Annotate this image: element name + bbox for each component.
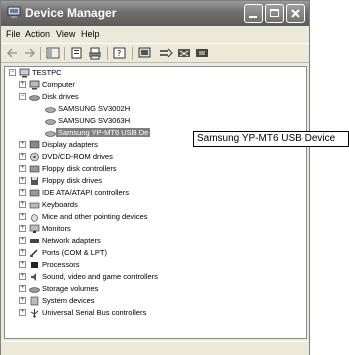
toolbar-separator — [107, 47, 108, 60]
cd-drive-icon — [30, 152, 39, 162]
expand-icon[interactable]: + — [19, 213, 26, 220]
window-title: Device Manager — [25, 6, 117, 20]
expand-icon[interactable]: + — [19, 225, 26, 232]
tree-item-label: Storage volumes — [42, 284, 99, 293]
help-icon[interactable]: ? — [112, 46, 128, 60]
device-manager-icon — [7, 6, 21, 20]
menu-action[interactable]: Action — [25, 29, 50, 39]
minimize-button[interactable] — [244, 4, 263, 23]
tree-item-label: Floppy disk controllers — [42, 164, 117, 173]
forward-arrow-icon[interactable] — [21, 46, 37, 60]
maximize-icon — [270, 9, 279, 17]
toolbar-separator — [64, 47, 65, 60]
tree-item-label: IDE ATA/ATAPI controllers — [42, 188, 129, 197]
collapse-icon[interactable]: − — [9, 69, 16, 76]
tree-item-label: Universal Serial Bus controllers — [42, 308, 147, 317]
tree-root-label: TESTPC — [32, 68, 62, 77]
expand-icon[interactable]: + — [19, 297, 26, 304]
toolbar-separator — [132, 47, 133, 60]
tree-item-label: Computer — [42, 80, 75, 89]
minimize-icon — [249, 16, 257, 18]
controller-icon — [29, 165, 40, 173]
expand-icon[interactable]: + — [19, 177, 26, 184]
maximize-button[interactable] — [265, 4, 284, 23]
scan-hardware-icon[interactable] — [137, 46, 153, 60]
uninstall-device-icon[interactable] — [194, 46, 210, 60]
menu-file[interactable]: File — [6, 29, 21, 39]
disk-drive-icon — [29, 95, 40, 101]
tree-item-label: Ports (COM & LPT) — [42, 248, 108, 257]
tree-item-label: Floppy disk drives — [42, 176, 103, 185]
expand-icon[interactable]: + — [19, 81, 26, 88]
expand-icon[interactable]: + — [19, 285, 26, 292]
usb-icon — [30, 309, 39, 318]
tree-item-label: Samsung YP-MT6 USB De — [56, 128, 151, 137]
expand-icon[interactable]: + — [19, 153, 26, 160]
expand-icon[interactable]: + — [19, 141, 26, 148]
tree-item-label: Display adapters — [42, 140, 98, 149]
expand-icon[interactable]: + — [19, 309, 26, 316]
title-bar[interactable]: Device Manager — [1, 1, 309, 26]
computer-icon — [19, 68, 30, 78]
collapse-icon[interactable]: − — [19, 93, 26, 100]
expand-icon[interactable]: + — [19, 249, 26, 256]
menu-bar: File Action View Help — [1, 26, 309, 43]
disk-drive-icon — [45, 119, 56, 125]
properties-icon[interactable] — [69, 46, 85, 60]
device-tree[interactable]: − TESTPC + Computer − Disk drives SAMSUN… — [4, 66, 307, 339]
update-driver-icon[interactable] — [158, 46, 174, 60]
expand-icon[interactable]: + — [19, 273, 26, 280]
toolbar: ? — [1, 43, 309, 63]
storage-volume-icon — [29, 287, 40, 293]
keyboard-icon — [29, 202, 40, 209]
tree-item-label: Disk drives — [42, 92, 79, 101]
disable-device-icon[interactable] — [176, 46, 192, 60]
sound-icon — [31, 273, 36, 281]
display-adapter-icon — [29, 140, 40, 149]
floppy-icon — [31, 177, 38, 185]
system-device-icon — [30, 296, 39, 306]
menu-view[interactable]: View — [56, 29, 75, 39]
tree-item-label: Monitors — [42, 224, 71, 233]
status-bar — [1, 341, 309, 355]
controller-icon — [29, 189, 40, 197]
tree-item-label: System devices — [42, 296, 95, 305]
tree-item-label: Sound, video and game controllers — [42, 272, 158, 281]
expand-icon[interactable]: + — [19, 165, 26, 172]
device-tooltip: Samsung YP-MT6 USB Device — [193, 131, 349, 147]
print-icon[interactable] — [87, 46, 103, 60]
tree-item-label: DVD/CD-ROM drives — [42, 152, 113, 161]
disk-drive-icon — [45, 107, 56, 113]
tree-item-label: Keyboards — [42, 200, 78, 209]
close-icon — [291, 9, 300, 18]
tree-item-label: SAMSUNG SV3063H — [58, 116, 131, 125]
mouse-icon — [31, 214, 38, 222]
expand-icon[interactable]: + — [19, 201, 26, 208]
processor-icon — [31, 262, 38, 268]
tree-item-label: SAMSUNG SV3002H — [58, 104, 131, 113]
network-adapter-icon — [30, 239, 39, 243]
tree-item-label: Processors — [42, 260, 80, 269]
toolbar-separator — [40, 47, 41, 60]
expand-icon[interactable]: + — [19, 237, 26, 244]
menu-help[interactable]: Help — [81, 29, 100, 39]
device-manager-window: Device Manager File Action View Help ? −… — [0, 0, 310, 355]
tree-item-label: Mice and other pointing devices — [42, 212, 148, 221]
show-hide-tree-icon[interactable] — [45, 46, 61, 60]
monitor-icon — [29, 224, 40, 233]
svg-text:?: ? — [117, 49, 121, 58]
back-arrow-icon[interactable] — [5, 46, 21, 60]
expand-icon[interactable]: + — [19, 189, 26, 196]
expand-icon[interactable]: + — [19, 261, 26, 268]
tree-item-label: Network adapters — [42, 236, 101, 245]
port-icon — [30, 249, 38, 257]
disk-drive-icon — [45, 131, 56, 137]
computer-icon — [29, 80, 40, 90]
close-button[interactable] — [286, 4, 305, 23]
